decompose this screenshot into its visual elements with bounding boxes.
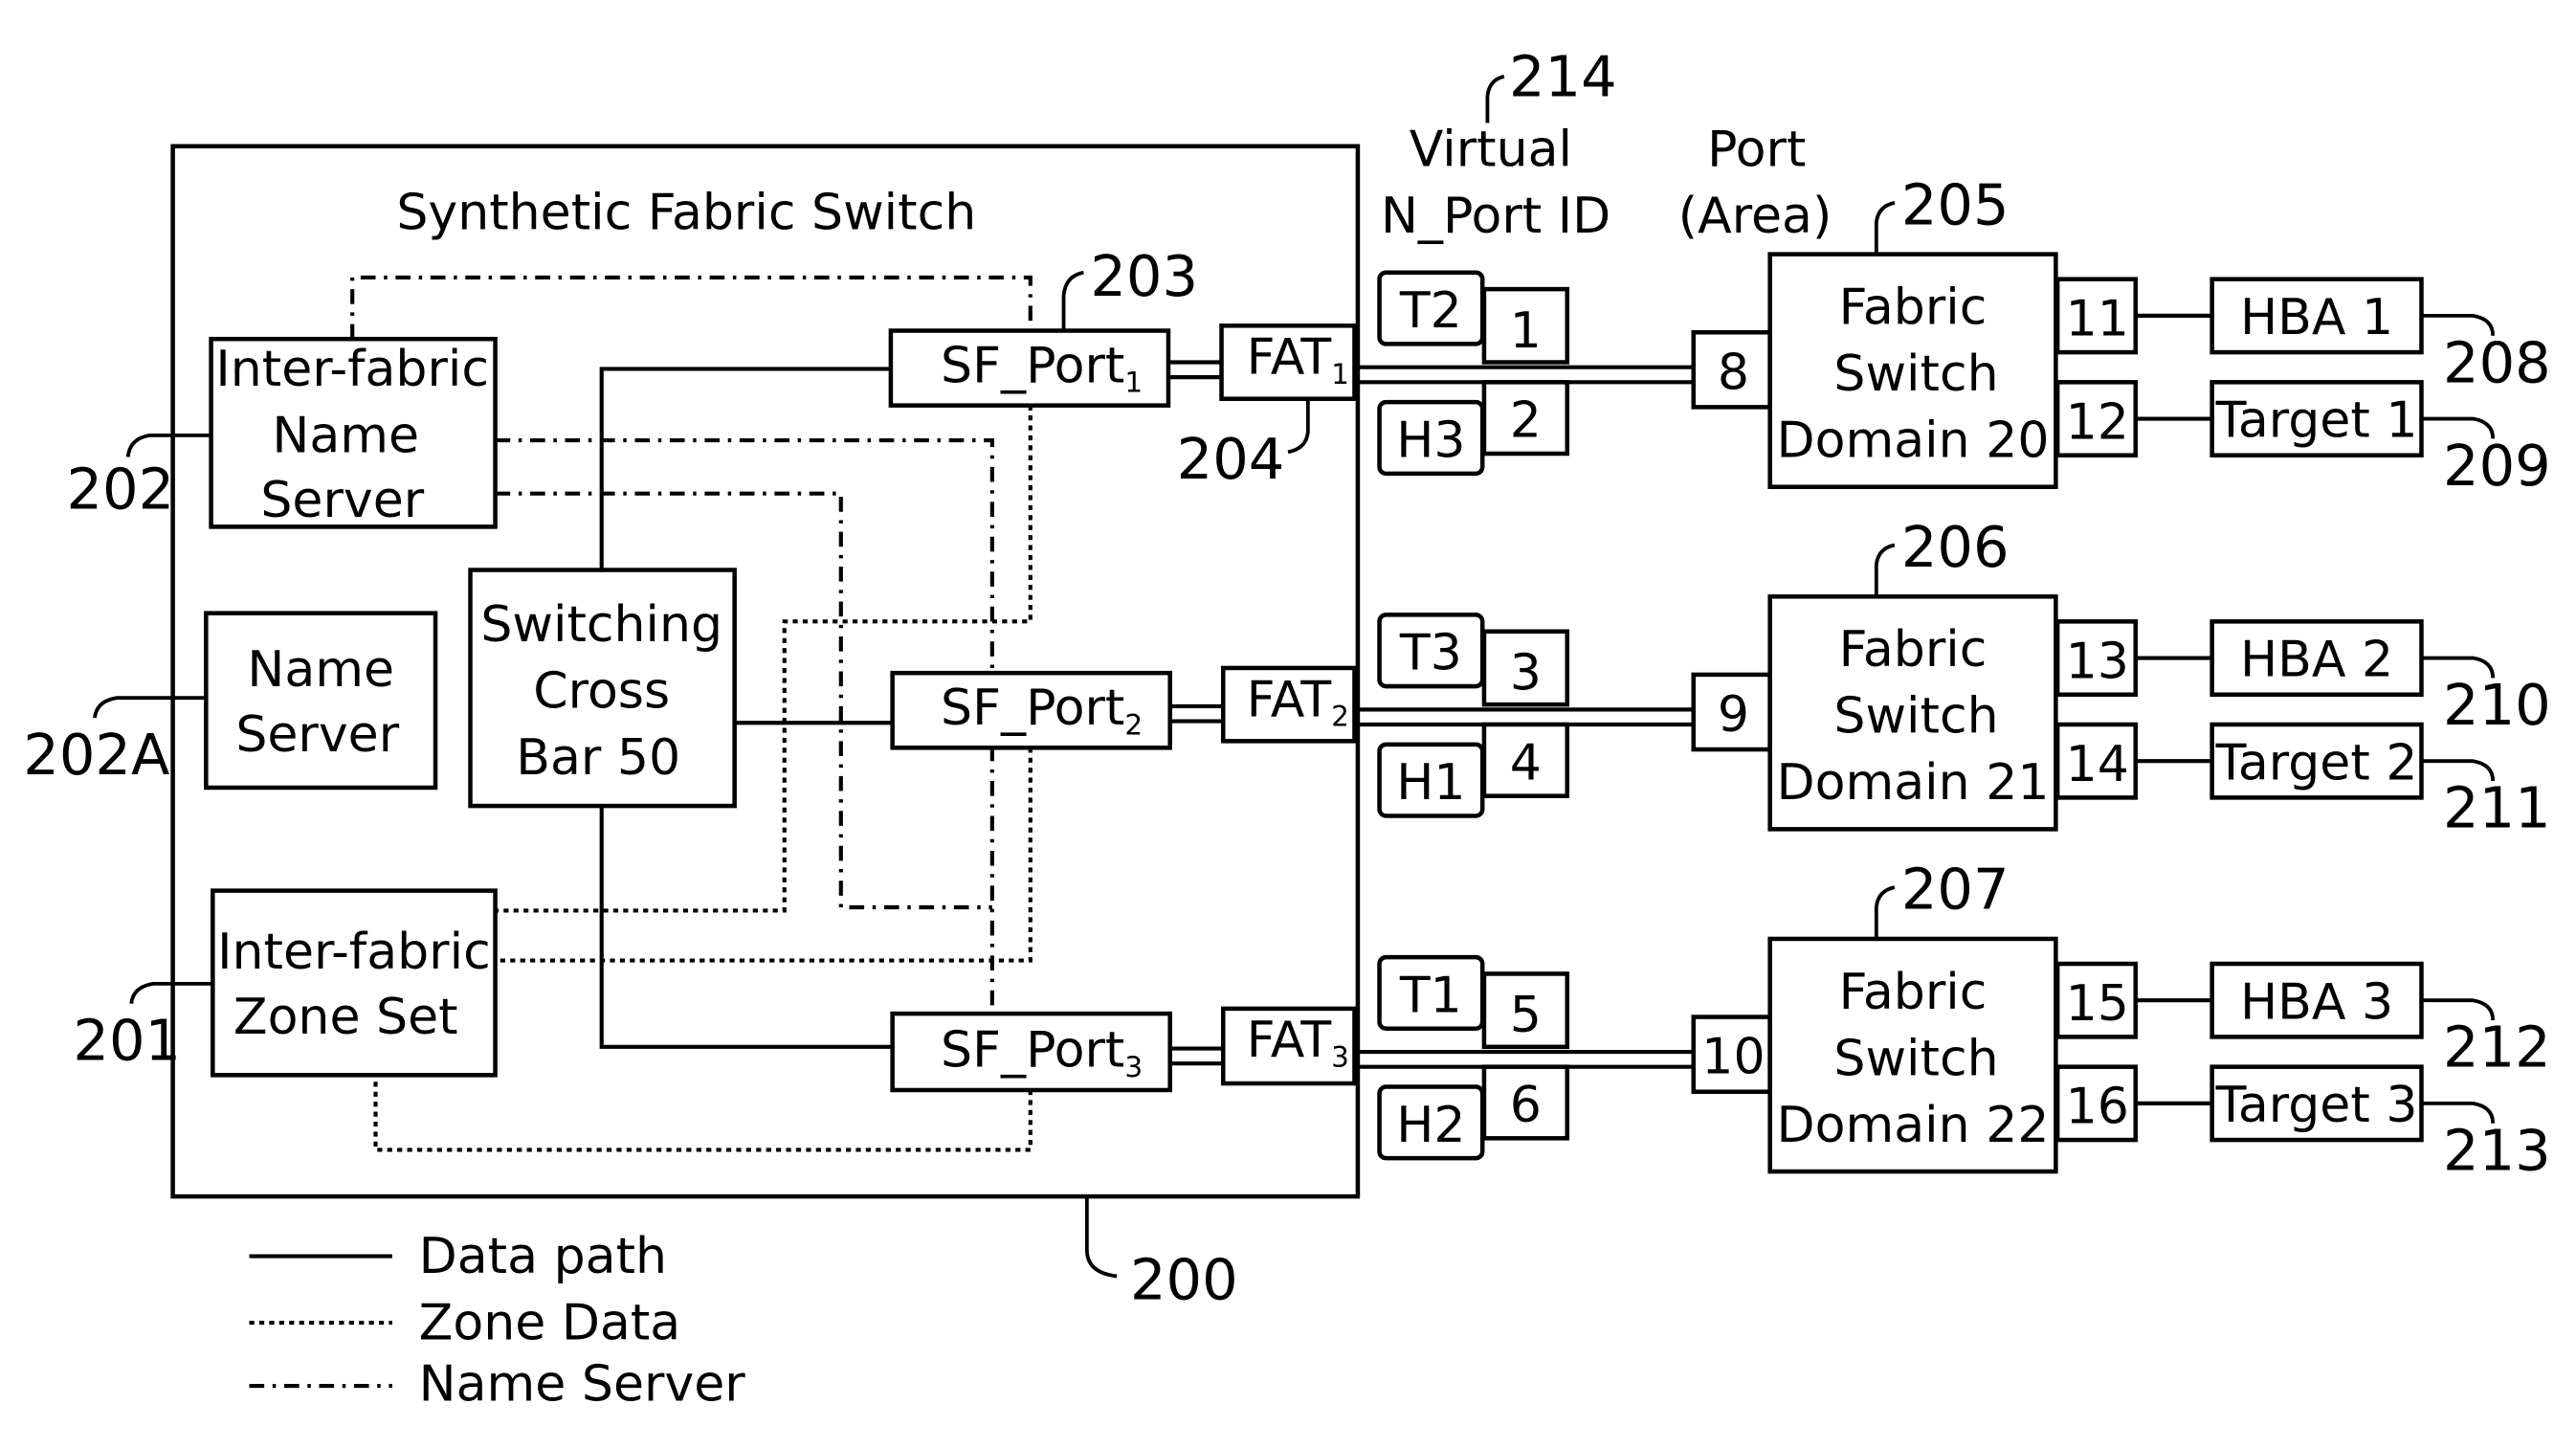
zone-set-line1: Inter-fabric [217,924,491,981]
endpoint-label: HBA 2 [2240,632,2393,689]
legend-label-zone-data: Zone Data [419,1294,681,1351]
vport-id: 3 [1510,645,1542,702]
ref-204: 204 [1177,426,1285,492]
endpoint-ref: 211 [2443,775,2551,841]
switch-ref-leader [1874,885,1896,939]
ref-200-leader [1084,1196,1118,1279]
device-label: H2 [1396,1097,1465,1154]
header-nport-id: N_Port ID [1381,188,1610,245]
endpoint-label: HBA 1 [2240,289,2393,346]
name-server-line2: Server [235,706,399,764]
endpoint-ref: 210 [2443,672,2551,738]
sf-port-3-label: SF_Port3 [941,1022,1143,1083]
switch-port-number: 11 [2066,291,2129,348]
header-area: (Area) [1678,188,1832,245]
sf-port-1: SF_Port1 [888,328,1171,408]
switch-ref: 206 [1901,514,2010,580]
area-port-number: 8 [1718,344,1749,401]
vport-id: 6 [1510,1077,1542,1134]
endpoint-ref: 208 [2443,329,2551,395]
endpoint-label: Target 1 [2215,392,2418,450]
trunk-link [1354,1049,1694,1069]
ref-214-leader [1485,75,1505,123]
ref-202: 202 [66,456,174,522]
fabric-switch-line3: Domain 22 [1777,1097,2050,1154]
fat-1: FAT1 [1219,323,1357,401]
legend-label-data-path: Data path [419,1228,667,1285]
fat-3: FAT3 [1221,1006,1357,1086]
endpoint-ref: 213 [2443,1117,2551,1183]
switch-ref: 205 [1901,171,2010,237]
endpoint-label: Target 2 [2215,734,2418,791]
trunk-link [1354,707,1694,727]
inter-fabric-name-server: Inter-fabric Name Server [209,336,498,529]
fat-2: FAT2 [1221,665,1357,744]
ref-203: 203 [1090,243,1198,309]
name-server: Name Server [204,611,438,791]
name-server-line1: Name [247,641,394,699]
header-virtual: Virtual [1410,122,1572,179]
endpoint-label: Target 3 [2215,1077,2418,1134]
legend-label-name-server: Name Server [419,1356,746,1414]
fabric-switch-line1: Fabric [1839,964,1988,1021]
switch-ref-leader [1874,200,1896,255]
ref-214: 214 [1509,44,1617,110]
switch-port-number: 14 [2066,736,2129,793]
inter-fabric-zone-set: Inter-fabric Zone Set [211,888,498,1078]
inter-fabric-name-server-line1: Inter-fabric [215,341,489,398]
crossbar-line1: Switching [480,596,722,654]
vport-id: 1 [1510,302,1542,360]
header-port: Port [1707,122,1806,179]
fabric-switch-line2: Switch [1833,1030,1998,1087]
fabric-switch-line1: Fabric [1839,621,1988,679]
fabric-switch-line1: Fabric [1839,279,1988,337]
endpoint-label: HBA 3 [2240,973,2393,1031]
device-label: H1 [1396,754,1465,812]
switch-port-number: 12 [2066,393,2129,451]
switch-ref: 207 [1901,857,2010,923]
inter-fabric-name-server-line2: Name [272,407,419,464]
synthetic-fabric-switch-title: Synthetic Fabric Switch [396,185,976,242]
ref-201: 201 [73,1008,181,1074]
endpoint-ref: 209 [2443,433,2551,499]
device-label: H3 [1396,412,1465,469]
fabric-switch-line2: Switch [1833,688,1998,746]
fabric-switch-line3: Domain 21 [1777,754,2050,812]
fabric-row-2: 3 T3 4 H1 9 Fabric Switch Domain 21 206 13 HBA 2 21… [1354,514,2551,841]
sf-port-2-label: SF_Port2 [941,680,1143,741]
trunk-link [1354,365,1694,385]
fabric-switch-line2: Switch [1833,346,1998,403]
fabric-switch-line3: Domain 20 [1777,412,2050,469]
inter-fabric-name-server-line3: Server [260,472,424,529]
vport-id: 2 [1510,392,1542,450]
device-label: T3 [1399,625,1462,682]
sf-port-2: SF_Port2 [890,670,1172,750]
legend: Data path Zone Data Name Server [249,1228,746,1414]
fabric-rows: 1 T2 2 H3 8 Fabric Switch Domain 20 205 11 HBA 1 20… [1354,171,2551,1183]
ref-202a: 202A [23,722,169,788]
sf-port-1-label: SF_Port1 [941,337,1143,398]
ref-200: 200 [1130,1247,1238,1313]
switch-port-number: 13 [2066,633,2129,690]
switch-port-number: 15 [2066,975,2129,1033]
zone-set-line2: Zone Set [233,989,458,1046]
switch-ref-leader [1874,543,1896,597]
fabric-row-3: 5 T1 6 H2 10 Fabric Switch Domain 22 207 15 HBA 3 2… [1354,857,2551,1183]
synthetic-fabric-diagram: Synthetic Fabric Switch 200 Inter-fabric… [23,44,2551,1414]
crossbar-line3: Bar 50 [516,729,680,787]
crossbar-line2: Cross [533,663,670,721]
vport-id: 5 [1510,987,1542,1044]
device-label: T2 [1399,282,1462,340]
switch-port-number: 16 [2066,1079,2129,1136]
vport-id: 4 [1510,734,1542,791]
switching-cross-bar: Switching Cross Bar 50 [468,568,737,809]
device-label: T1 [1399,967,1462,1024]
sf-port-3: SF_Port3 [890,1011,1172,1093]
endpoint-ref: 212 [2443,1014,2551,1081]
area-port-number: 10 [1701,1029,1765,1086]
area-port-number: 9 [1718,686,1749,744]
